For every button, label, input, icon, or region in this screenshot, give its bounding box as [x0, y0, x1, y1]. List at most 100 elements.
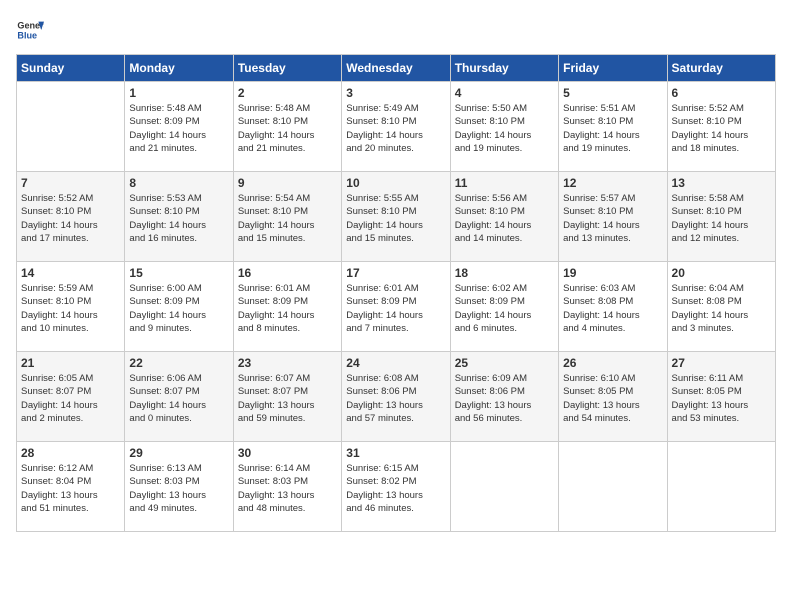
weekday-header-tuesday: Tuesday [233, 55, 341, 82]
logo-icon: General Blue [16, 16, 44, 44]
weekday-header-wednesday: Wednesday [342, 55, 450, 82]
day-info: Sunrise: 6:07 AM Sunset: 8:07 PM Dayligh… [238, 372, 337, 425]
day-cell: 15Sunrise: 6:00 AM Sunset: 8:09 PM Dayli… [125, 262, 233, 352]
day-number: 9 [238, 176, 337, 190]
logo: General Blue [16, 16, 48, 44]
day-info: Sunrise: 6:02 AM Sunset: 8:09 PM Dayligh… [455, 282, 554, 335]
day-info: Sunrise: 5:52 AM Sunset: 8:10 PM Dayligh… [21, 192, 120, 245]
day-number: 20 [672, 266, 771, 280]
day-info: Sunrise: 5:51 AM Sunset: 8:10 PM Dayligh… [563, 102, 662, 155]
day-info: Sunrise: 6:05 AM Sunset: 8:07 PM Dayligh… [21, 372, 120, 425]
day-info: Sunrise: 6:14 AM Sunset: 8:03 PM Dayligh… [238, 462, 337, 515]
day-cell: 5 Sunrise: 5:51 AM Sunset: 8:10 PM Daylig… [559, 82, 667, 172]
day-cell: 14 Sunrise: 5:59 AM Sunset: 8:10 PM Dayli… [17, 262, 125, 352]
day-cell: 11 Sunrise: 5:56 AM Sunset: 8:10 PM Dayli… [450, 172, 558, 262]
day-info: Sunrise: 6:01 AM Sunset: 8:09 PM Dayligh… [346, 282, 445, 335]
day-cell: 25Sunrise: 6:09 AM Sunset: 8:06 PM Dayli… [450, 352, 558, 442]
day-cell: 8Sunrise: 5:53 AM Sunset: 8:10 PM Daylig… [125, 172, 233, 262]
week-row-3: 14 Sunrise: 5:59 AM Sunset: 8:10 PM Dayli… [17, 262, 776, 352]
header: General Blue [16, 16, 776, 44]
day-cell: 3 Sunrise: 5:49 AM Sunset: 8:10 PM Daylig… [342, 82, 450, 172]
day-cell: 21 Sunrise: 6:05 AM Sunset: 8:07 PM Dayli… [17, 352, 125, 442]
day-info: Sunrise: 6:11 AM Sunset: 8:05 PM Dayligh… [672, 372, 771, 425]
day-number: 3 [346, 86, 445, 100]
day-info: Sunrise: 6:08 AM Sunset: 8:06 PM Dayligh… [346, 372, 445, 425]
day-cell: 28 Sunrise: 6:12 AM Sunset: 8:04 PM Dayli… [17, 442, 125, 532]
day-cell: 6 Sunrise: 5:52 AM Sunset: 8:10 PM Daylig… [667, 82, 775, 172]
day-info: Sunrise: 5:48 AM Sunset: 8:09 PM Dayligh… [129, 102, 228, 155]
day-cell: 7 Sunrise: 5:52 AM Sunset: 8:10 PM Daylig… [17, 172, 125, 262]
day-number: 5 [563, 86, 662, 100]
day-info: Sunrise: 6:10 AM Sunset: 8:05 PM Dayligh… [563, 372, 662, 425]
day-info: Sunrise: 5:55 AM Sunset: 8:10 PM Dayligh… [346, 192, 445, 245]
day-number: 26 [563, 356, 662, 370]
day-cell: 24 Sunrise: 6:08 AM Sunset: 8:06 PM Dayli… [342, 352, 450, 442]
day-number: 13 [672, 176, 771, 190]
day-cell [559, 442, 667, 532]
day-number: 23 [238, 356, 337, 370]
day-info: Sunrise: 5:49 AM Sunset: 8:10 PM Dayligh… [346, 102, 445, 155]
day-cell: 16 Sunrise: 6:01 AM Sunset: 8:09 PM Dayli… [233, 262, 341, 352]
day-cell: 30 Sunrise: 6:14 AM Sunset: 8:03 PM Dayli… [233, 442, 341, 532]
day-number: 30 [238, 446, 337, 460]
weekday-header-row: SundayMondayTuesdayWednesdayThursdayFrid… [17, 55, 776, 82]
day-cell: 19Sunrise: 6:03 AM Sunset: 8:08 PM Dayli… [559, 262, 667, 352]
day-info: Sunrise: 5:48 AM Sunset: 8:10 PM Dayligh… [238, 102, 337, 155]
day-info: Sunrise: 5:50 AM Sunset: 8:10 PM Dayligh… [455, 102, 554, 155]
day-number: 11 [455, 176, 554, 190]
day-cell: 17 Sunrise: 6:01 AM Sunset: 8:09 PM Dayli… [342, 262, 450, 352]
day-cell [17, 82, 125, 172]
day-number: 14 [21, 266, 120, 280]
day-number: 2 [238, 86, 337, 100]
day-cell: 22 Sunrise: 6:06 AM Sunset: 8:07 PM Dayli… [125, 352, 233, 442]
day-info: Sunrise: 5:52 AM Sunset: 8:10 PM Dayligh… [672, 102, 771, 155]
day-number: 18 [455, 266, 554, 280]
day-cell: 13 Sunrise: 5:58 AM Sunset: 8:10 PM Dayli… [667, 172, 775, 262]
day-cell: 10Sunrise: 5:55 AM Sunset: 8:10 PM Dayli… [342, 172, 450, 262]
day-number: 25 [455, 356, 554, 370]
day-number: 16 [238, 266, 337, 280]
day-number: 22 [129, 356, 228, 370]
day-number: 29 [129, 446, 228, 460]
day-info: Sunrise: 5:58 AM Sunset: 8:10 PM Dayligh… [672, 192, 771, 245]
day-number: 28 [21, 446, 120, 460]
day-number: 6 [672, 86, 771, 100]
day-cell: 9 Sunrise: 5:54 AM Sunset: 8:10 PM Daylig… [233, 172, 341, 262]
day-cell: 27 Sunrise: 6:11 AM Sunset: 8:05 PM Dayli… [667, 352, 775, 442]
day-cell: 26 Sunrise: 6:10 AM Sunset: 8:05 PM Dayli… [559, 352, 667, 442]
day-cell: 2 Sunrise: 5:48 AM Sunset: 8:10 PM Daylig… [233, 82, 341, 172]
day-info: Sunrise: 5:54 AM Sunset: 8:10 PM Dayligh… [238, 192, 337, 245]
day-info: Sunrise: 6:15 AM Sunset: 8:02 PM Dayligh… [346, 462, 445, 515]
day-number: 4 [455, 86, 554, 100]
week-row-4: 21 Sunrise: 6:05 AM Sunset: 8:07 PM Dayli… [17, 352, 776, 442]
day-info: Sunrise: 6:01 AM Sunset: 8:09 PM Dayligh… [238, 282, 337, 335]
day-number: 7 [21, 176, 120, 190]
day-number: 31 [346, 446, 445, 460]
day-info: Sunrise: 6:06 AM Sunset: 8:07 PM Dayligh… [129, 372, 228, 425]
day-cell: 12Sunrise: 5:57 AM Sunset: 8:10 PM Dayli… [559, 172, 667, 262]
day-info: Sunrise: 6:04 AM Sunset: 8:08 PM Dayligh… [672, 282, 771, 335]
day-number: 21 [21, 356, 120, 370]
day-cell: 31 Sunrise: 6:15 AM Sunset: 8:02 PM Dayli… [342, 442, 450, 532]
day-cell: 29 Sunrise: 6:13 AM Sunset: 8:03 PM Dayli… [125, 442, 233, 532]
day-number: 1 [129, 86, 228, 100]
weekday-header-monday: Monday [125, 55, 233, 82]
day-info: Sunrise: 5:57 AM Sunset: 8:10 PM Dayligh… [563, 192, 662, 245]
calendar-table: SundayMondayTuesdayWednesdayThursdayFrid… [16, 54, 776, 532]
day-info: Sunrise: 6:03 AM Sunset: 8:08 PM Dayligh… [563, 282, 662, 335]
weekday-header-sunday: Sunday [17, 55, 125, 82]
day-number: 17 [346, 266, 445, 280]
day-info: Sunrise: 6:13 AM Sunset: 8:03 PM Dayligh… [129, 462, 228, 515]
day-cell: 4 Sunrise: 5:50 AM Sunset: 8:10 PM Daylig… [450, 82, 558, 172]
day-info: Sunrise: 5:56 AM Sunset: 8:10 PM Dayligh… [455, 192, 554, 245]
day-number: 27 [672, 356, 771, 370]
day-cell: 1 Sunrise: 5:48 AM Sunset: 8:09 PM Daylig… [125, 82, 233, 172]
week-row-2: 7 Sunrise: 5:52 AM Sunset: 8:10 PM Daylig… [17, 172, 776, 262]
day-info: Sunrise: 5:59 AM Sunset: 8:10 PM Dayligh… [21, 282, 120, 335]
week-row-1: 1 Sunrise: 5:48 AM Sunset: 8:09 PM Daylig… [17, 82, 776, 172]
day-number: 8 [129, 176, 228, 190]
day-number: 24 [346, 356, 445, 370]
day-cell: 20 Sunrise: 6:04 AM Sunset: 8:08 PM Dayli… [667, 262, 775, 352]
day-info: Sunrise: 6:12 AM Sunset: 8:04 PM Dayligh… [21, 462, 120, 515]
day-info: Sunrise: 6:00 AM Sunset: 8:09 PM Dayligh… [129, 282, 228, 335]
